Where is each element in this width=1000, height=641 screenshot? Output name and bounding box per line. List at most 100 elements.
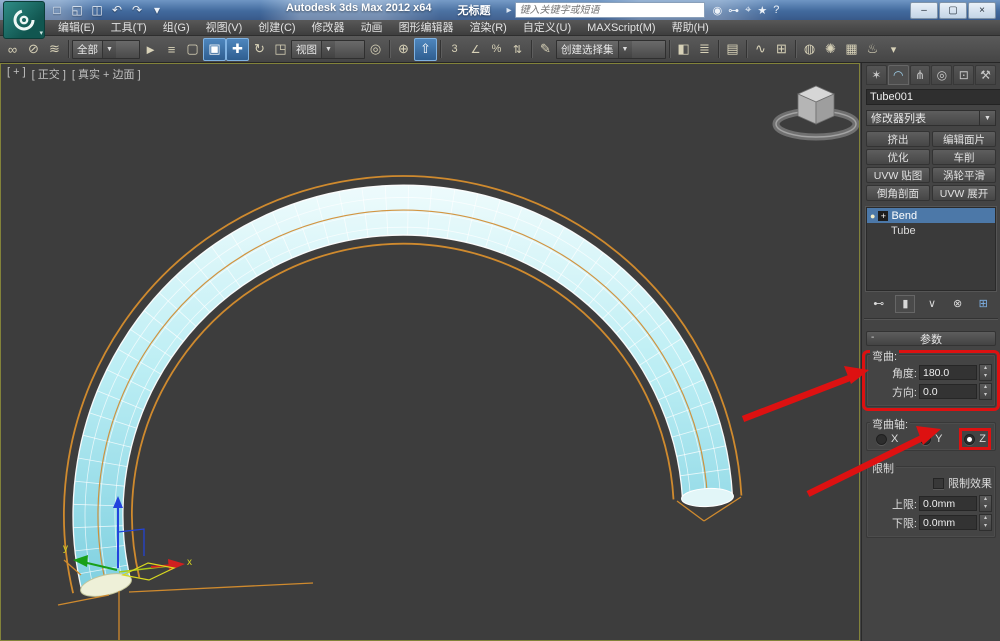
search-expand-icon[interactable]: ▸ bbox=[507, 5, 512, 16]
angle-spinner[interactable]: ▴ ▾ bbox=[979, 364, 992, 381]
menu-customize[interactable]: 自定义(U) bbox=[515, 20, 579, 36]
rectangular-selection-region-icon[interactable]: ▢ bbox=[182, 39, 203, 60]
material-editor-icon[interactable]: ◍ bbox=[799, 39, 820, 60]
qat-more-icon[interactable]: ▾ bbox=[148, 2, 166, 18]
menu-group[interactable]: 组(G) bbox=[155, 20, 198, 36]
close-button[interactable]: × bbox=[968, 1, 996, 19]
motion-tab-icon[interactable]: ◎ bbox=[931, 65, 953, 85]
keyboard-shortcut-override-icon[interactable]: ⇧ bbox=[414, 37, 437, 61]
optimize-button[interactable]: 优化 bbox=[866, 149, 930, 165]
expand-icon[interactable]: + bbox=[878, 210, 889, 221]
make-unique-icon[interactable]: ∨ bbox=[923, 296, 941, 312]
select-by-name-icon[interactable]: ≡ bbox=[161, 39, 182, 60]
select-object-icon[interactable]: ► bbox=[140, 39, 161, 60]
communication-center-icon[interactable]: ⌖ bbox=[745, 4, 751, 17]
modify-tab-icon[interactable]: ◠ bbox=[887, 65, 909, 85]
angle-snap-icon[interactable]: ∠ bbox=[465, 39, 486, 60]
menu-help[interactable]: 帮助(H) bbox=[664, 20, 717, 36]
menu-graph-editors[interactable]: 图形编辑器 bbox=[391, 20, 462, 36]
upper-limit-field[interactable]: 0.0mm bbox=[919, 496, 977, 511]
select-and-manipulate-icon[interactable]: ⊕ bbox=[393, 39, 414, 60]
unwrap-uvw-button[interactable]: UVW 展开 bbox=[932, 185, 996, 201]
spinner-up-icon[interactable]: ▴ bbox=[980, 384, 991, 392]
lower-limit-spinner[interactable]: ▴ ▾ bbox=[979, 514, 992, 531]
stack-item-bend[interactable]: ● + Bend bbox=[867, 208, 995, 223]
edit-named-selection-sets-icon[interactable]: ✎ bbox=[535, 39, 556, 60]
stack-item-tube[interactable]: Tube bbox=[867, 223, 995, 238]
maximize-button[interactable]: ▢ bbox=[939, 1, 967, 19]
open-file-icon[interactable]: ◱ bbox=[68, 2, 86, 18]
minimize-button[interactable]: – bbox=[910, 1, 938, 19]
remove-modifier-icon[interactable]: ⊗ bbox=[949, 296, 967, 312]
menu-animation[interactable]: 动画 bbox=[353, 20, 391, 36]
show-end-result-icon[interactable]: ▮ bbox=[895, 294, 916, 313]
menu-tools[interactable]: 工具(T) bbox=[103, 20, 155, 36]
radio-selected-icon[interactable] bbox=[964, 433, 976, 445]
radio-icon[interactable] bbox=[876, 433, 887, 445]
spinner-down-icon[interactable]: ▾ bbox=[980, 373, 991, 381]
menu-maxscript[interactable]: MAXScript(M) bbox=[579, 20, 663, 36]
bind-to-space-warp-icon[interactable]: ≋ bbox=[44, 39, 65, 60]
create-tab-icon[interactable]: ✶ bbox=[866, 65, 887, 85]
unlink-selection-icon[interactable]: ⊘ bbox=[23, 39, 44, 60]
undo-icon[interactable]: ↶ bbox=[108, 2, 126, 18]
menu-modifiers[interactable]: 修改器 bbox=[304, 20, 353, 36]
new-file-icon[interactable]: □ bbox=[48, 2, 66, 18]
upper-limit-spinner[interactable]: ▴ ▾ bbox=[979, 495, 992, 512]
menu-rendering[interactable]: 渲染(R) bbox=[462, 20, 515, 36]
configure-modifier-sets-icon[interactable]: ⊞ bbox=[974, 296, 992, 312]
selection-filter-dropdown[interactable]: 全部 ▼ bbox=[72, 39, 140, 59]
object-name-field[interactable] bbox=[866, 89, 1000, 105]
snap-toggle-icon[interactable]: 3 bbox=[444, 39, 465, 60]
radio-icon[interactable] bbox=[920, 433, 932, 445]
select-and-rotate-icon[interactable]: ↻ bbox=[249, 39, 270, 60]
pin-stack-icon[interactable]: ⊷ bbox=[870, 296, 888, 312]
application-menu-button[interactable]: ▾ bbox=[3, 1, 45, 39]
curve-editor-icon[interactable]: ∿ bbox=[750, 39, 771, 60]
viewport-pov-menu[interactable]: [ 正交 ] bbox=[32, 66, 66, 82]
help-icon[interactable]: ? bbox=[773, 4, 779, 16]
hierarchy-tab-icon[interactable]: ⋔ bbox=[909, 65, 931, 85]
viewport-general-menu[interactable]: [ + ] bbox=[7, 66, 26, 82]
search-icon[interactable]: ◉ bbox=[713, 4, 723, 17]
use-pivot-point-icon[interactable]: ◎ bbox=[365, 39, 386, 60]
modifier-list-dropdown[interactable]: 修改器列表 ▼ bbox=[866, 110, 996, 126]
reference-coordinate-dropdown[interactable]: 视图 ▼ bbox=[291, 39, 365, 59]
bevel-profile-button[interactable]: 倒角剖面 bbox=[866, 185, 930, 201]
schematic-view-icon[interactable]: ⊞ bbox=[771, 39, 792, 60]
save-file-icon[interactable]: ◫ bbox=[88, 2, 106, 18]
render-production-icon[interactable]: ♨ bbox=[862, 39, 883, 60]
turbosmooth-button[interactable]: 涡轮平滑 bbox=[932, 167, 996, 183]
select-and-link-icon[interactable]: ∞ bbox=[2, 39, 23, 60]
direction-spinner[interactable]: ▴ ▾ bbox=[979, 383, 992, 400]
redo-icon[interactable]: ↷ bbox=[128, 2, 146, 18]
extrude-button[interactable]: 挤出 bbox=[866, 131, 930, 147]
named-selection-set-dropdown[interactable]: 创建选择集 ▼ bbox=[556, 39, 666, 59]
spinner-down-icon[interactable]: ▾ bbox=[980, 504, 991, 512]
parameters-rollout-header[interactable]: - 参数 bbox=[866, 331, 996, 346]
edit-patch-button[interactable]: 编辑面片 bbox=[932, 131, 996, 147]
menu-views[interactable]: 视图(V) bbox=[198, 20, 251, 36]
limit-effect-checkbox[interactable] bbox=[933, 477, 944, 489]
mirror-icon[interactable]: ◧ bbox=[673, 39, 694, 60]
lower-limit-field[interactable]: 0.0mm bbox=[919, 515, 977, 530]
display-tab-icon[interactable]: ⊡ bbox=[953, 65, 975, 85]
render-flyout-icon[interactable]: ▾ bbox=[883, 39, 904, 60]
uvw-map-button[interactable]: UVW 贴图 bbox=[866, 167, 930, 183]
favorites-star-icon[interactable]: ★ bbox=[757, 4, 767, 17]
align-icon[interactable]: ≣ bbox=[694, 39, 715, 60]
window-crossing-toggle-icon[interactable]: ▣ bbox=[203, 37, 226, 61]
spinner-down-icon[interactable]: ▾ bbox=[980, 392, 991, 400]
axis-y-radio[interactable]: Y bbox=[920, 433, 942, 445]
direction-field[interactable]: 0.0 bbox=[919, 384, 977, 399]
percent-snap-icon[interactable]: % bbox=[486, 39, 507, 60]
spinner-up-icon[interactable]: ▴ bbox=[980, 515, 991, 523]
modifier-enable-bulb-icon[interactable]: ● bbox=[870, 211, 875, 221]
spinner-up-icon[interactable]: ▴ bbox=[980, 365, 991, 373]
viewport[interactable]: [ + ] [ 正交 ] [ 真实 + 边面 ] x y bbox=[0, 63, 860, 641]
layer-manager-icon[interactable]: ▤ bbox=[722, 39, 743, 60]
subscription-key-icon[interactable]: ⊶ bbox=[728, 4, 739, 17]
viewport-shading-menu[interactable]: [ 真实 + 边面 ] bbox=[72, 66, 141, 82]
select-and-move-icon[interactable]: ✚ bbox=[226, 37, 249, 61]
spinner-up-icon[interactable]: ▴ bbox=[980, 496, 991, 504]
